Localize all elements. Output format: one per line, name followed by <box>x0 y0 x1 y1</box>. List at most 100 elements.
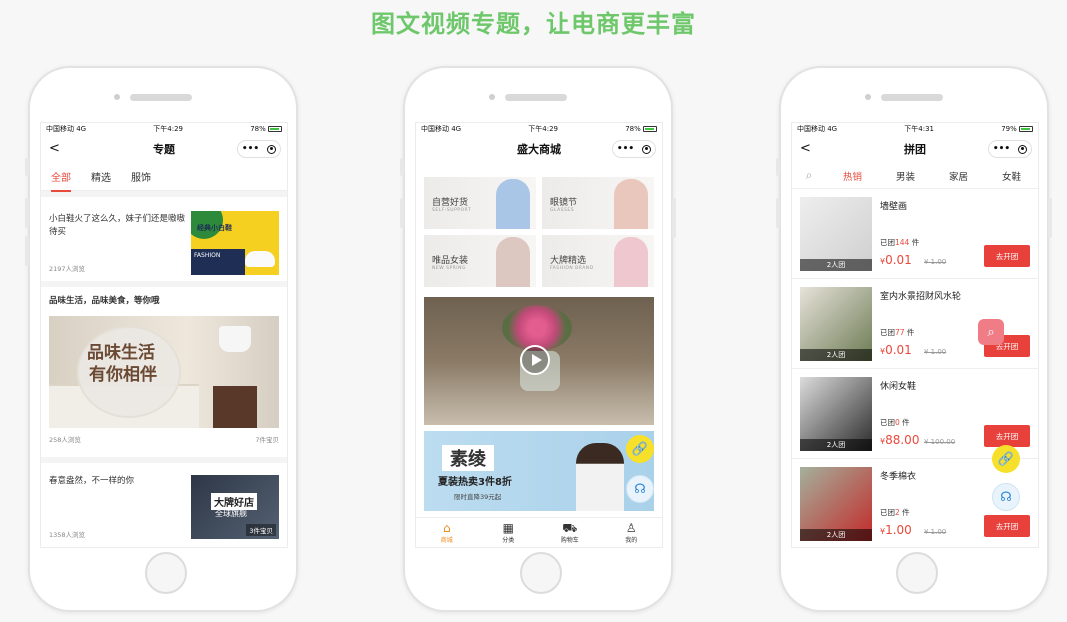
category-tile[interactable]: 唯品女装 NEW SPRING <box>424 235 536 287</box>
back-icon[interactable]: < <box>800 141 811 156</box>
link-icon[interactable]: 🔗 <box>992 445 1020 473</box>
tab-hot[interactable]: 热销 <box>826 169 879 191</box>
home-button[interactable] <box>145 552 187 594</box>
home-button[interactable] <box>520 552 562 594</box>
tab-mall[interactable]: ⌂ 商城 <box>416 518 478 547</box>
topic-card[interactable]: 品味生活，品味美食，等你哦 品味生活 有你相伴 258人浏览 7件宝贝 <box>41 287 287 457</box>
user-icon: ♙ <box>625 521 637 535</box>
nav-bar: < 拼团 ••• <box>792 135 1038 163</box>
video-player[interactable] <box>424 297 654 425</box>
phone-group-buy: 中国移动 4G 下午4:31 79% < 拼团 ••• ⌕ 热销 男装 家居 女… <box>776 66 1052 612</box>
category-tile[interactable]: 自营好货 SELF-SUPPORT <box>424 177 536 229</box>
battery-level: 78% <box>625 125 641 133</box>
category-tabs: ⌕ 热销 男装 家居 女鞋 <box>792 163 1038 191</box>
play-icon[interactable] <box>520 345 550 375</box>
tab-me[interactable]: ♙ 我的 <box>601 518 663 547</box>
product-name: 冬季棉衣 <box>880 472 917 482</box>
headline: 图文视频专题，让电商更丰富 <box>371 10 696 38</box>
battery-icon <box>1018 126 1033 132</box>
miniapp-capsule[interactable]: ••• <box>237 140 281 158</box>
battery-level: 79% <box>1001 125 1017 133</box>
close-target-icon[interactable] <box>1018 144 1028 154</box>
tab-category[interactable]: ▦ 分类 <box>478 518 540 547</box>
group-size-tag: 2人团 <box>800 439 872 451</box>
sold-count: 已团0 件 <box>880 418 910 427</box>
grid-icon: ▦ <box>502 521 514 535</box>
group-size-tag: 2人团 <box>800 259 872 271</box>
clock: 下午4:31 <box>904 125 935 133</box>
product-image: 2人团 <box>800 197 872 271</box>
home-button[interactable] <box>896 552 938 594</box>
tab-womens-shoes[interactable]: 女鞋 <box>985 169 1038 183</box>
carrier-label: 中国移动 4G <box>46 125 87 133</box>
view-count: 258人浏览 <box>49 436 81 444</box>
tab-apparel[interactable]: 服饰 <box>131 169 151 184</box>
miniapp-capsule[interactable]: ••• <box>988 140 1032 158</box>
carrier-label: 中国移动 4G <box>421 125 462 133</box>
status-bar: 中国移动 4G 下午4:29 78% <box>41 123 287 135</box>
page-title: 盛大商城 <box>517 143 561 156</box>
headset-icon[interactable]: ☊ <box>626 475 654 503</box>
topic-image: 大牌好店 全球旗舰 3件宝贝 <box>191 475 279 539</box>
battery-level: 78% <box>250 125 266 133</box>
miniapp-capsule[interactable]: ••• <box>612 140 656 158</box>
sold-count: 已团77 件 <box>880 328 915 337</box>
clock: 下午4:29 <box>528 125 559 133</box>
group-size-tag: 2人团 <box>800 529 872 541</box>
tab-home[interactable]: 家居 <box>932 169 985 183</box>
group-price: ¥0.01 <box>880 253 912 267</box>
start-group-button[interactable]: 去开团 <box>984 245 1030 267</box>
view-count: 2197人浏览 <box>49 265 86 273</box>
more-icon[interactable]: ••• <box>242 144 259 154</box>
topic-image: 经典小白鞋 FASHION <box>191 211 279 275</box>
original-price: ¥ 1.00 <box>924 528 947 536</box>
original-price: ¥ 1.00 <box>924 348 947 356</box>
promo-banner[interactable]: 素绫 夏装热卖3件8折 限时直降39元起 <box>424 431 654 511</box>
tab-cart[interactable]: ⛟ 购物车 <box>539 518 601 547</box>
group-price: ¥0.01 <box>880 343 912 357</box>
tab-menswear[interactable]: 男装 <box>879 169 932 183</box>
headset-icon[interactable]: ☊ <box>992 483 1020 511</box>
close-target-icon[interactable] <box>642 144 652 154</box>
close-target-icon[interactable] <box>267 144 277 154</box>
page-title: 拼团 <box>904 143 926 156</box>
product-image: 2人团 <box>800 467 872 541</box>
more-icon[interactable]: ••• <box>993 144 1010 154</box>
topic-card[interactable]: 春意盎然，不一样的你 1358人浏览 大牌好店 全球旗舰 3件宝贝 <box>41 463 287 547</box>
topic-image: 品味生活 有你相伴 <box>49 316 279 428</box>
original-price: ¥ 100.00 <box>924 438 956 446</box>
search-float-icon[interactable]: ⌕ <box>978 319 1004 345</box>
cart-icon: ⛟ <box>562 521 578 535</box>
group-price: ¥1.00 <box>880 523 912 537</box>
category-grid: 自营好货 SELF-SUPPORT 眼镜节 GLASSES 唯品女装 NEW SPRI… <box>416 163 662 293</box>
tab-all[interactable]: 全部 <box>51 169 71 192</box>
phone-topics: 中国移动 4G 下午4:29 78% < 专题 ••• 全部 精选 服饰 小白鞋… <box>25 66 298 612</box>
item-count: 7件宝贝 <box>255 436 279 444</box>
topic-tabs: 全部 精选 服饰 <box>41 163 287 192</box>
model-photo <box>496 237 530 287</box>
link-icon[interactable]: 🔗 <box>626 435 654 463</box>
product-name: 室内水景招财风水轮 <box>880 292 962 302</box>
start-group-button[interactable]: 去开团 <box>984 425 1030 447</box>
more-icon[interactable]: ••• <box>617 144 634 154</box>
tab-bar: ⌂ 商城 ▦ 分类 ⛟ 购物车 ♙ 我的 <box>416 517 662 547</box>
back-icon[interactable]: < <box>49 141 60 156</box>
model-photo <box>614 179 648 229</box>
search-icon[interactable]: ⌕ <box>792 168 826 183</box>
group-price: ¥88.00 <box>880 433 920 447</box>
category-tile[interactable]: 大牌精选 FASHION BRAND <box>542 235 654 287</box>
carrier-label: 中国移动 4G <box>797 125 838 133</box>
product-row[interactable]: 2人团 墙壁画 已团144 件 ¥0.01 ¥ 1.00 去开团 <box>792 189 1038 279</box>
topic-card[interactable]: 小白鞋火了这么久，妹子们还是嗷嗷待买 2197人浏览 经典小白鞋 FASHION <box>41 197 287 281</box>
product-image: 2人团 <box>800 377 872 451</box>
start-group-button[interactable]: 去开团 <box>984 515 1030 537</box>
nav-bar: 盛大商城 ••• <box>416 135 662 163</box>
category-tile[interactable]: 眼镜节 GLASSES <box>542 177 654 229</box>
sold-count: 已团2 件 <box>880 508 910 517</box>
battery-icon <box>642 126 657 132</box>
tab-selected[interactable]: 精选 <box>91 169 111 184</box>
page-title: 专题 <box>153 143 175 156</box>
model-photo <box>614 237 648 287</box>
home-icon: ⌂ <box>442 521 451 535</box>
model-photo <box>496 179 530 229</box>
